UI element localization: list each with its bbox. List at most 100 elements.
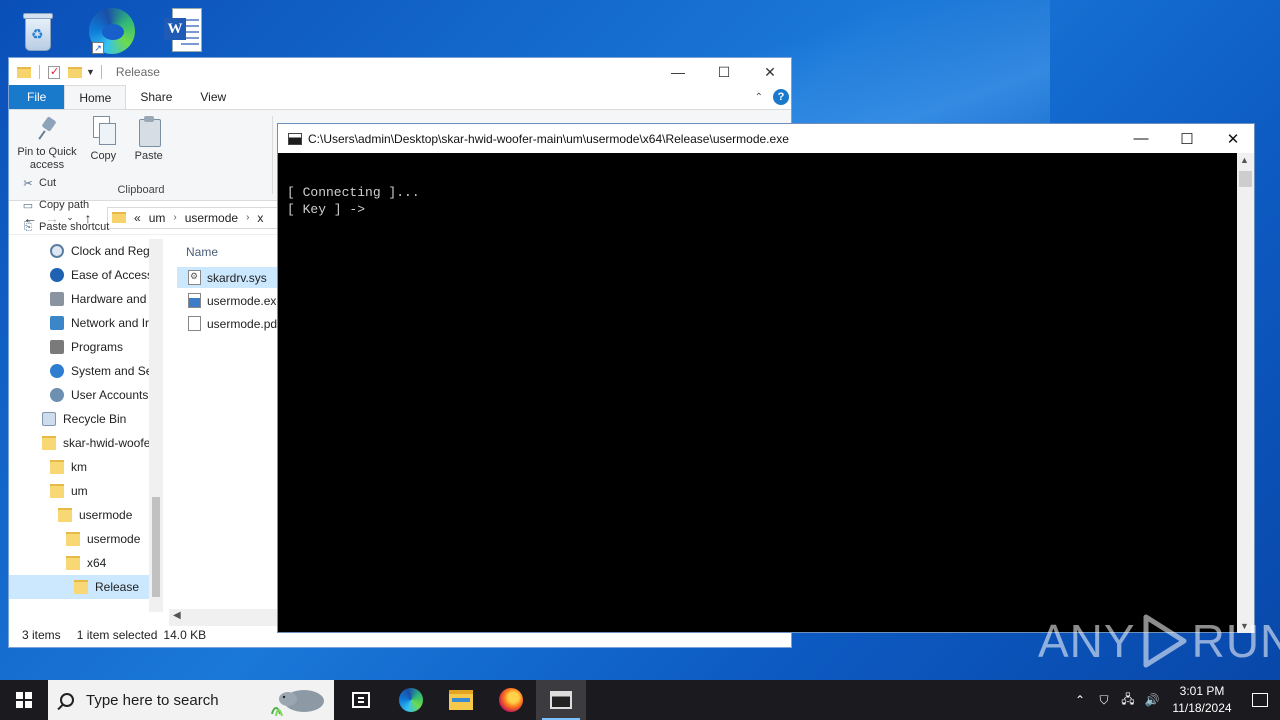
nav-item-x64[interactable]: x64 <box>9 551 163 575</box>
properties-icon[interactable] <box>48 65 60 79</box>
folder-icon <box>17 66 31 78</box>
file-row[interactable]: skardrv.sys <box>177 267 289 288</box>
explorer-titlebar: ▼ Release — ☐ ✕ <box>9 58 791 86</box>
console-output[interactable]: [ Connecting ]...[ Key ] -> <box>278 153 1238 633</box>
show-hidden-icons-chevron-icon[interactable]: ⌃ <box>1068 680 1092 720</box>
close-button[interactable]: ✕ <box>747 58 793 86</box>
tab-share[interactable]: Share <box>126 85 186 109</box>
task-view-button[interactable] <box>336 680 386 720</box>
paste-shortcut-button[interactable]: ⎘ Paste shortcut <box>21 216 110 238</box>
file-row[interactable]: usermode.exe <box>177 290 289 311</box>
paste-shortcut-icon: ⎘ <box>23 220 33 233</box>
pin-icon <box>36 116 58 142</box>
windows-security-icon[interactable]: ⛉ <box>1092 680 1116 720</box>
breadcrumb-usermode[interactable]: usermode <box>185 211 238 225</box>
nav-item-programs[interactable]: Programs <box>9 335 163 359</box>
tab-view[interactable]: View <box>186 85 240 109</box>
folder-icon <box>50 484 64 498</box>
nav-item-label: Hardware and <box>71 292 147 306</box>
nav-item-release[interactable]: Release <box>9 575 163 599</box>
navigation-scrollbar[interactable] <box>149 239 163 612</box>
tab-home[interactable]: Home <box>64 85 127 109</box>
volume-icon[interactable]: 🔊 <box>1140 680 1164 720</box>
nav-item-hardware[interactable]: Hardware and <box>9 287 163 311</box>
file-row[interactable]: usermode.pdb <box>177 313 289 334</box>
taskbar-clock[interactable]: 3:01 PM 11/18/2024 <box>1164 683 1240 717</box>
pin-quick-access-button[interactable]: Pin to Quick access <box>15 116 79 172</box>
nav-item-usermode-sub[interactable]: usermode <box>9 527 163 551</box>
help-icon[interactable]: ? <box>773 89 789 105</box>
column-header-name[interactable]: Name <box>177 239 289 265</box>
customize-toolbar-icon[interactable]: ▼ <box>86 67 95 77</box>
nav-item-user-accounts[interactable]: User Accounts <box>9 383 163 407</box>
ease-of-access-icon <box>50 268 64 282</box>
taskbar-search-box[interactable]: Type here to search <box>48 680 334 720</box>
start-button[interactable] <box>0 680 48 720</box>
taskbar-console-button[interactable] <box>536 680 586 720</box>
paste-icon <box>137 116 161 147</box>
nav-item-km[interactable]: km <box>9 455 163 479</box>
maximize-button[interactable]: ☐ <box>701 58 747 86</box>
copy-icon <box>91 116 117 146</box>
nav-item-usermode[interactable]: usermode <box>9 503 163 527</box>
tab-file[interactable]: File <box>9 85 65 109</box>
nav-item-system-security[interactable]: System and Se <box>9 359 163 383</box>
ribbon-tabs: File Home Share View ⌃ ? <box>9 85 791 110</box>
action-center-button[interactable] <box>1240 680 1280 720</box>
clipboard-group: Pin to Quick access Copy Paste ✂ Cut ▭ C… <box>9 110 273 233</box>
paste-button[interactable]: Paste <box>128 116 170 163</box>
console-line: [ Key ] -> <box>287 201 366 217</box>
console-window[interactable]: C:\Users\admin\Desktop\skar-hwid-woofer-… <box>277 123 1255 633</box>
nav-item-label: x64 <box>87 556 107 570</box>
new-folder-icon[interactable] <box>68 66 82 78</box>
status-item-count: 3 items <box>22 628 61 642</box>
nav-item-recycle-bin[interactable]: Recycle Bin <box>9 407 163 431</box>
word-document-desktop-icon[interactable]: W <box>156 4 212 58</box>
nav-item-label: Clock and Regi <box>71 244 153 258</box>
nav-item-network[interactable]: Network and Ir <box>9 311 163 335</box>
scroll-left-icon[interactable]: ◀ <box>173 610 181 621</box>
edge-icon <box>399 688 423 712</box>
copy-button[interactable]: Copy <box>82 116 124 163</box>
nav-item-label: skar-hwid-woofe <box>63 436 151 450</box>
play-logo-icon <box>1143 614 1187 668</box>
folder-icon <box>66 556 80 570</box>
taskbar-edge-button[interactable] <box>386 680 436 720</box>
folder-icon <box>42 436 56 450</box>
console-minimize-button[interactable]: — <box>1118 124 1164 153</box>
executable-file-icon <box>188 293 201 308</box>
recycle-bin-desktop-icon[interactable]: ♻ <box>10 4 66 58</box>
folder-icon <box>74 580 88 594</box>
console-scrollbar[interactable]: ▲ ▼ <box>1237 153 1254 633</box>
breadcrumb-overflow[interactable]: « <box>134 211 141 225</box>
copy-path-button[interactable]: ▭ Copy path <box>21 194 109 216</box>
copy-path-label: Copy path <box>39 199 90 211</box>
console-maximize-button[interactable]: ☐ <box>1164 124 1210 153</box>
network-status-icon[interactable]: 🖧 <box>1116 680 1140 720</box>
folder-icon <box>58 508 72 522</box>
copy-label: Copy <box>90 150 117 162</box>
edge-desktop-icon[interactable]: ↗ <box>84 4 140 58</box>
nav-item-label: User Accounts <box>71 388 149 402</box>
nav-item-label: Recycle Bin <box>63 412 127 426</box>
generic-file-icon <box>188 316 201 331</box>
minimize-button[interactable]: — <box>655 58 701 86</box>
nav-item-skar-folder[interactable]: skar-hwid-woofe <box>9 431 163 455</box>
paste-shortcut-label: Paste shortcut <box>39 221 110 233</box>
copy-path-icon: ▭ <box>22 199 34 212</box>
nav-item-ease-of-access[interactable]: Ease of Access <box>9 263 163 287</box>
navigation-pane: Clock and Regi Ease of Access Hardware a… <box>9 239 163 612</box>
taskbar-firefox-button[interactable] <box>486 680 536 720</box>
nav-item-um[interactable]: um <box>9 479 163 503</box>
scroll-up-icon[interactable]: ▲ <box>1240 155 1249 165</box>
firefox-icon <box>499 688 523 712</box>
nav-item-clock-region[interactable]: Clock and Regi <box>9 239 163 263</box>
nav-item-label: um <box>71 484 88 498</box>
taskbar-file-explorer-button[interactable] <box>436 680 486 720</box>
breadcrumb-x64[interactable]: x <box>257 211 263 225</box>
console-close-button[interactable]: ✕ <box>1210 124 1256 153</box>
nav-item-label: km <box>71 460 87 474</box>
collapse-ribbon-icon[interactable]: ⌃ <box>755 92 763 103</box>
folder-icon <box>66 532 80 546</box>
breadcrumb-um[interactable]: um <box>149 211 166 225</box>
